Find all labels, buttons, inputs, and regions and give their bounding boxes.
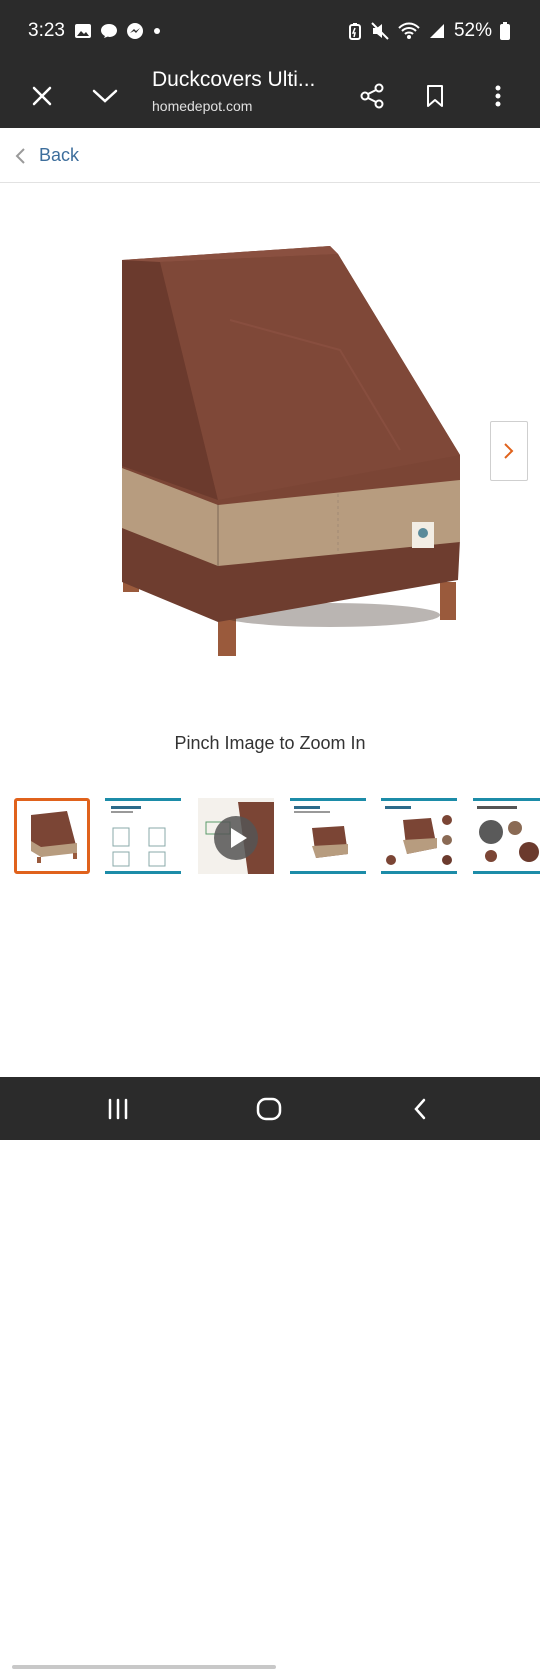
more-vert-icon xyxy=(495,85,501,107)
thumbnail-swatches[interactable] xyxy=(473,798,540,874)
battery-icon xyxy=(500,22,510,40)
battery-percent: 52% xyxy=(453,20,492,41)
mute-icon xyxy=(371,22,389,40)
signal-icon xyxy=(429,24,444,38)
chevron-down-icon xyxy=(92,89,118,103)
custom-tab-toolbar: Duckcovers Ulti... homedepot.com xyxy=(0,62,540,128)
thumbnail-video[interactable] xyxy=(198,798,274,874)
status-notification-icons xyxy=(74,22,162,40)
system-nav-bar xyxy=(0,1077,540,1140)
bookmark-icon xyxy=(427,85,443,107)
back-link[interactable]: Back xyxy=(39,145,79,166)
back-icon xyxy=(414,1098,426,1120)
chevron-right-icon xyxy=(504,443,514,459)
home-button[interactable] xyxy=(249,1093,289,1125)
recents-icon xyxy=(108,1098,128,1120)
page-title[interactable]: Duckcovers Ulti... xyxy=(152,68,315,92)
close-icon xyxy=(32,86,52,106)
thumbnail-features[interactable] xyxy=(381,798,457,874)
thumbnail-product[interactable] xyxy=(14,798,90,874)
status-system-icons: 52% xyxy=(348,20,510,42)
next-image-button[interactable] xyxy=(490,421,528,481)
status-time: 3:23 xyxy=(28,20,65,41)
chat-bubble-icon xyxy=(101,24,117,38)
close-tab-button[interactable] xyxy=(22,76,62,116)
page-url[interactable]: homedepot.com xyxy=(152,98,252,114)
minimize-tab-button[interactable] xyxy=(85,76,125,116)
home-icon xyxy=(256,1097,282,1121)
back-bar: Back xyxy=(0,128,540,183)
thumbnail-diagram[interactable] xyxy=(105,798,181,874)
chevron-left-icon[interactable] xyxy=(14,146,26,166)
thumbnail-chair[interactable] xyxy=(290,798,366,874)
gallery-icon xyxy=(75,24,91,38)
zoom-hint: Pinch Image to Zoom In xyxy=(174,733,366,753)
share-icon xyxy=(360,83,384,109)
messenger-icon xyxy=(127,23,143,39)
chair-leg xyxy=(440,582,456,620)
more-options-button[interactable] xyxy=(478,76,518,116)
share-button[interactable] xyxy=(352,76,392,116)
back-nav-button[interactable] xyxy=(400,1093,440,1125)
battery-saver-icon xyxy=(348,23,361,40)
wifi-icon xyxy=(398,22,420,39)
status-bar: 3:23 52% xyxy=(0,0,540,62)
recents-button[interactable] xyxy=(98,1093,138,1125)
thumbnail-scrollbar[interactable] xyxy=(12,1665,276,1669)
thumbnail-strip xyxy=(0,794,540,1669)
bookmark-button[interactable] xyxy=(415,76,455,116)
product-image[interactable] xyxy=(100,230,480,670)
dot-icon xyxy=(154,28,160,34)
